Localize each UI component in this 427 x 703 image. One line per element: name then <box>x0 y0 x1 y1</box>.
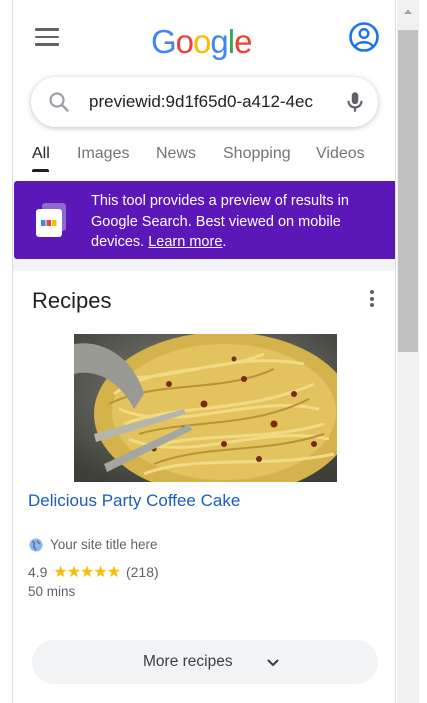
logo-letter: g <box>210 23 228 60</box>
star-rating-icon: ★★★★★ <box>53 564 121 581</box>
google-logo[interactable]: Google <box>151 22 252 62</box>
browser-frame: Google All Images News Sho <box>0 0 427 703</box>
rating-row: 4.9 ★★★★★ (218) <box>28 562 159 582</box>
tab-shopping[interactable]: Shopping <box>223 145 291 163</box>
vertical-scrollbar[interactable] <box>397 0 419 703</box>
more-recipes-label: More recipes <box>143 653 233 670</box>
logo-letter: e <box>234 23 252 60</box>
logo-letter: o <box>193 23 211 60</box>
tab-news[interactable]: News <box>156 145 196 163</box>
tab-images[interactable]: Images <box>77 145 129 163</box>
search-results-page: Google All Images News Sho <box>12 0 396 703</box>
preview-tool-banner: This tool provides a preview of results … <box>14 181 395 259</box>
rating-value: 4.9 <box>28 564 48 580</box>
scroll-up-arrow-icon[interactable] <box>397 4 419 20</box>
search-box <box>31 77 378 127</box>
preview-tool-icon <box>36 203 66 237</box>
banner-message: This tool provides a preview of results … <box>91 191 386 253</box>
site-title: Your site title here <box>50 537 158 552</box>
recipe-title-link[interactable]: Delicious Party Coffee Cake <box>28 491 240 511</box>
scrollbar-thumb[interactable] <box>398 30 418 352</box>
pasta-photo <box>74 334 337 482</box>
active-tab-indicator <box>32 169 49 172</box>
logo-letter: o <box>175 23 194 60</box>
tab-all[interactable]: All <box>32 145 50 163</box>
search-input[interactable] <box>89 77 329 127</box>
section-divider <box>13 259 395 271</box>
more-recipes-button[interactable]: More recipes <box>32 640 378 684</box>
chevron-down-icon <box>267 659 279 666</box>
globe-icon <box>29 538 43 552</box>
tab-videos[interactable]: Videos <box>316 145 365 163</box>
account-circle-icon[interactable] <box>348 21 380 53</box>
mic-icon[interactable] <box>342 89 368 115</box>
more-options-icon[interactable] <box>362 290 382 310</box>
learn-more-link[interactable]: Learn more <box>148 234 222 250</box>
cook-time: 50 mins <box>28 584 76 599</box>
logo-letter: G <box>151 23 177 60</box>
search-tabs: All Images News Shopping Videos <box>13 137 395 173</box>
banner-trailing-period: . <box>222 234 227 250</box>
hamburger-menu-icon[interactable] <box>35 28 59 50</box>
search-icon[interactable] <box>47 90 71 114</box>
header: Google <box>13 0 395 80</box>
recipes-heading: Recipes <box>32 288 112 313</box>
review-count: (218) <box>125 564 159 580</box>
recipe-image[interactable] <box>74 334 337 482</box>
